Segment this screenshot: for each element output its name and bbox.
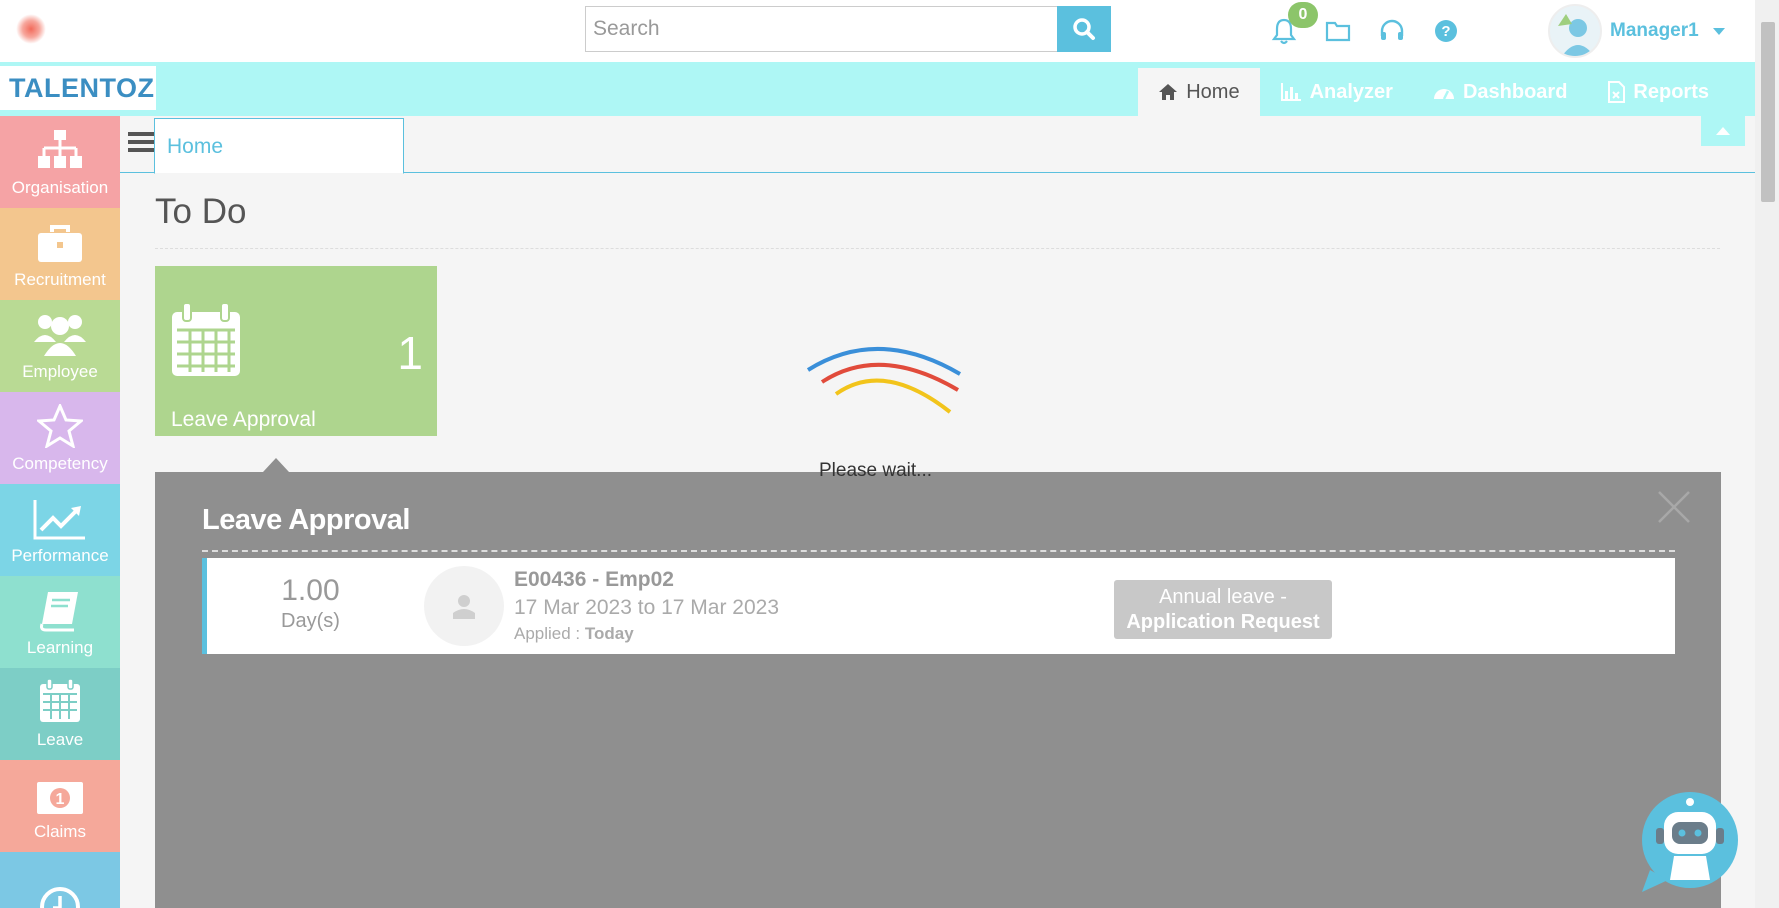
search-button[interactable] (1057, 6, 1111, 52)
sidebar-item-time[interactable] (0, 852, 120, 908)
search-input[interactable] (585, 6, 1057, 52)
sidebar-item-organisation[interactable]: Organisation (0, 116, 120, 208)
trend-icon (33, 500, 85, 540)
sidebar-item-label: Learning (26, 638, 94, 657)
sidebar-item-label: Leave (36, 730, 84, 749)
report-file-icon (1608, 81, 1626, 103)
days-unit: Day(s) (281, 610, 340, 632)
sidebar-item-performance[interactable]: Performance (0, 484, 120, 576)
bar-chart-icon (1280, 83, 1301, 101)
money-icon: 1 (37, 782, 83, 814)
loading-spinner-icon (806, 347, 962, 414)
user-avatar-icon (1550, 6, 1600, 56)
sidebar-item-leave[interactable]: Leave (0, 668, 120, 760)
nav-analyzer-label: Analyzer (1309, 80, 1393, 103)
svg-text:?: ? (1441, 23, 1450, 40)
applied-label: Applied : (514, 624, 585, 643)
user-menu[interactable]: Manager1 (1548, 4, 1725, 58)
nav-links: Home Analyzer Dashboard Reports (1138, 68, 1729, 116)
menu-toggle-icon[interactable] (128, 132, 154, 156)
nav-home[interactable]: Home (1138, 68, 1260, 116)
sidebar-item-label: Claims (34, 822, 86, 841)
employee-name: E00436 - Emp02 (514, 568, 674, 591)
tab-home[interactable]: Home (154, 118, 404, 174)
dashboard-icon (1433, 89, 1454, 100)
tab-bar: Home (120, 116, 1755, 174)
table-row[interactable]: 1.00 Day(s) E00436 - Emp02 17 Mar 2023 t… (202, 558, 1675, 654)
scrollbar[interactable] (1755, 0, 1779, 908)
user-icon (453, 595, 475, 619)
avatar (424, 566, 504, 646)
sidebar: Organisation Recruitment Employee Compet… (0, 116, 120, 908)
sidebar-item-label: Employee (22, 362, 98, 381)
calendar-icon (40, 678, 80, 722)
panel-title: Leave Approval (202, 504, 410, 536)
applied-date: Applied : Today (514, 624, 634, 644)
sidebar-item-claims[interactable]: 1 Claims (0, 760, 120, 852)
sidebar-item-label: Performance (11, 546, 109, 565)
nav-analyzer[interactable]: Analyzer (1260, 68, 1413, 116)
leave-type: Annual leave - (1159, 586, 1287, 608)
top-icons: 0 ? (1268, 2, 1462, 48)
briefcase-icon (38, 225, 82, 262)
help-button[interactable]: ? (1430, 14, 1462, 48)
request-type: Application Request (1126, 611, 1320, 633)
chevron-down-icon (1712, 27, 1725, 35)
sidebar-item-competency[interactable]: Competency (0, 392, 120, 484)
chevron-up-icon (1716, 127, 1730, 135)
sidebar-item-employee[interactable]: Employee (0, 300, 120, 392)
svg-text:1: 1 (56, 791, 65, 808)
nav-bar: TALENTOZ Home Analyzer Dashboard Reports (0, 62, 1755, 116)
calendar-icon (172, 302, 240, 376)
avatar (1548, 4, 1602, 58)
nav-dashboard[interactable]: Dashboard (1413, 68, 1587, 116)
todo-tile-leave-approval[interactable]: 1 Leave Approval (155, 266, 437, 436)
scrollbar-thumb[interactable] (1761, 22, 1775, 202)
days-value: 1.00 (281, 574, 340, 607)
book-icon (40, 592, 78, 632)
search-icon (1073, 18, 1095, 40)
notifications-button[interactable]: 0 (1268, 2, 1318, 48)
org-chart-icon (38, 130, 82, 168)
folder-icon (1325, 21, 1351, 42)
leave-days: 1.00 Day(s) (281, 574, 340, 633)
tile-count: 1 (397, 327, 423, 379)
top-bar: 0 ? (0, 0, 1755, 62)
users-icon (34, 315, 86, 356)
sidebar-item-recruitment[interactable]: Recruitment (0, 208, 120, 300)
leave-dates: 17 Mar 2023 to 17 Mar 2023 (514, 596, 780, 619)
help-icon: ? (1435, 20, 1457, 42)
files-button[interactable] (1322, 14, 1354, 48)
leave-approval-panel: Leave Approval 1.00 Day(s) E00436 - Emp0… (155, 472, 1721, 908)
search-box (585, 6, 1111, 52)
collapse-button[interactable] (1701, 116, 1745, 146)
user-name: Manager1 (1610, 20, 1699, 41)
sidebar-item-label: Organisation (11, 178, 109, 197)
nav-dashboard-label: Dashboard (1462, 80, 1568, 103)
tile-label: Leave Approval (171, 408, 316, 431)
divider (155, 248, 1720, 249)
brand-logo[interactable]: TALENTOZ (0, 66, 156, 110)
loading-text: Please wait... (819, 460, 932, 481)
page-title: To Do (155, 192, 247, 231)
applied-value: Today (584, 624, 634, 643)
sidebar-item-learning[interactable]: Learning (0, 576, 120, 668)
notification-badge: 0 (1288, 2, 1318, 28)
headset-icon (1380, 19, 1404, 40)
star-icon (37, 404, 83, 448)
sidebar-item-label: Recruitment (14, 270, 106, 289)
divider (202, 550, 1675, 552)
tile-pointer (263, 458, 289, 472)
sidebar-item-label: Competency (12, 454, 108, 473)
nav-home-label: Home (1186, 80, 1240, 103)
leave-request-button[interactable]: Annual leave - Application Request (1114, 580, 1332, 639)
home-icon (1159, 84, 1178, 100)
support-button[interactable] (1376, 14, 1408, 48)
nav-reports-label: Reports (1633, 80, 1709, 103)
app-logo-icon (16, 14, 46, 44)
clock-icon (40, 887, 80, 908)
close-icon[interactable] (1657, 490, 1691, 524)
chatbot-icon[interactable] (1640, 790, 1740, 894)
nav-reports[interactable]: Reports (1587, 68, 1729, 116)
